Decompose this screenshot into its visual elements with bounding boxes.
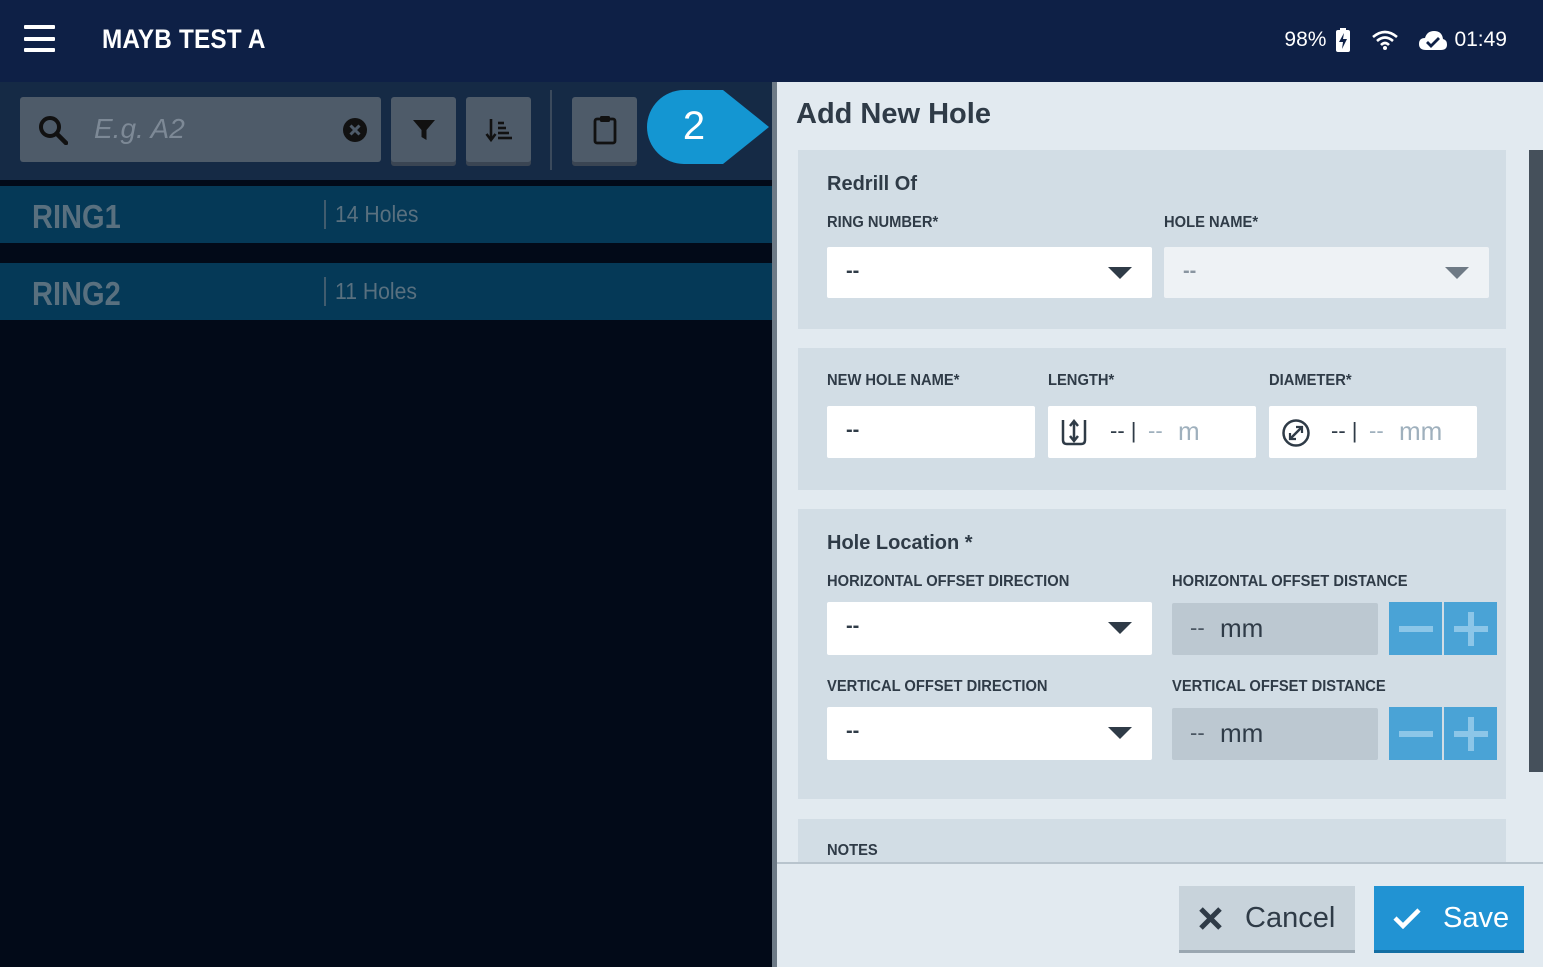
app-title: MAYB TEST A bbox=[102, 24, 266, 54]
scrollbar[interactable] bbox=[1529, 150, 1543, 772]
field-value-placeholder: -- bbox=[1148, 418, 1163, 443]
vertical-offset-stepper bbox=[1389, 707, 1497, 760]
ring-list-pane: RING1 14 Holes RING2 11 Holes bbox=[0, 82, 772, 967]
section-title: Hole Location * bbox=[827, 532, 973, 554]
chevron-down-icon bbox=[1108, 267, 1132, 279]
hole-count: 14 Holes bbox=[335, 201, 419, 227]
chevron-down-icon bbox=[1108, 727, 1132, 739]
sort-button[interactable] bbox=[466, 97, 531, 162]
plus-icon bbox=[1453, 716, 1488, 751]
field-label: NOTES bbox=[827, 842, 878, 859]
horizontal-offset-direction-select[interactable]: -- bbox=[827, 602, 1152, 655]
field-label: RING NUMBER* bbox=[827, 214, 939, 231]
select-value: -- bbox=[846, 260, 860, 282]
length-icon bbox=[1060, 418, 1088, 451]
diameter-icon bbox=[1281, 418, 1311, 453]
horizontal-offset-stepper bbox=[1389, 602, 1497, 655]
field-label: HORIZONTAL OFFSET DISTANCE bbox=[1172, 573, 1408, 590]
filter-button[interactable] bbox=[391, 97, 456, 162]
section-title: Redrill Of bbox=[827, 173, 918, 195]
status-bar: 98% 01:49 bbox=[1284, 28, 1507, 52]
cloud-sync-icon bbox=[1418, 29, 1448, 51]
list-item[interactable]: RING1 14 Holes bbox=[0, 186, 772, 243]
select-value: -- bbox=[1183, 260, 1197, 282]
cancel-label: Cancel bbox=[1245, 901, 1336, 934]
divider bbox=[324, 200, 326, 229]
decrement-button[interactable] bbox=[1389, 707, 1442, 760]
list-item[interactable]: RING2 11 Holes bbox=[0, 263, 772, 320]
field-label: NEW HOLE NAME* bbox=[827, 372, 960, 389]
decrement-button[interactable] bbox=[1389, 602, 1442, 655]
minus-icon bbox=[1398, 730, 1433, 737]
length-field[interactable]: -- | -- m bbox=[1048, 406, 1256, 458]
clear-icon[interactable] bbox=[342, 117, 368, 148]
unit-label: mm bbox=[1399, 416, 1443, 446]
toolbar-divider bbox=[550, 90, 552, 170]
plus-icon bbox=[1453, 611, 1488, 646]
panel-title: Add New Hole bbox=[796, 98, 991, 130]
field-label: HOLE NAME* bbox=[1164, 214, 1259, 231]
field-label: LENGTH* bbox=[1048, 372, 1115, 389]
hamburger-menu-icon[interactable] bbox=[24, 25, 55, 52]
hole-count: 11 Holes bbox=[335, 278, 417, 304]
unit-label: mm bbox=[1220, 718, 1264, 748]
increment-button[interactable] bbox=[1444, 602, 1497, 655]
clipboard-icon bbox=[593, 115, 616, 144]
horizontal-offset-distance-field[interactable]: -- mm bbox=[1172, 603, 1378, 655]
field-value: -- | bbox=[1110, 418, 1137, 443]
search-icon bbox=[38, 115, 69, 150]
chevron-down-icon bbox=[1108, 622, 1132, 634]
new-hole-name-field[interactable]: -- bbox=[827, 406, 1035, 458]
minus-icon bbox=[1398, 625, 1433, 632]
field-value-placeholder: -- bbox=[1369, 418, 1384, 443]
save-button[interactable]: Save bbox=[1374, 886, 1524, 950]
close-icon bbox=[1199, 906, 1222, 930]
checkmark-icon bbox=[1393, 908, 1421, 929]
vertical-offset-direction-select[interactable]: -- bbox=[827, 707, 1152, 760]
unit-label: m bbox=[1178, 416, 1200, 446]
field-value: -- bbox=[846, 419, 860, 441]
vertical-offset-distance-field[interactable]: -- mm bbox=[1172, 708, 1378, 760]
hole-location-section: Hole Location * HORIZONTAL OFFSET DIRECT… bbox=[798, 509, 1506, 799]
cancel-button[interactable]: Cancel bbox=[1179, 886, 1355, 950]
save-label: Save bbox=[1443, 901, 1510, 934]
top-app-bar: MAYB TEST A 98% 01:49 bbox=[0, 0, 1543, 82]
add-hole-panel: Add New Hole Redrill Of RING NUMBER* HOL… bbox=[777, 82, 1543, 967]
field-value: -- bbox=[1190, 615, 1205, 640]
hole-name-select[interactable]: -- bbox=[1164, 247, 1489, 298]
field-label: DIAMETER* bbox=[1269, 372, 1352, 389]
unit-label: mm bbox=[1220, 613, 1264, 643]
increment-button[interactable] bbox=[1444, 707, 1497, 760]
filter-icon bbox=[412, 119, 435, 140]
search-input[interactable] bbox=[94, 109, 334, 149]
chevron-down-icon bbox=[1445, 267, 1469, 279]
clipboard-button[interactable] bbox=[572, 97, 637, 162]
battery-charging-icon bbox=[1336, 28, 1351, 52]
search-box[interactable] bbox=[20, 97, 381, 162]
diameter-field[interactable]: -- | -- mm bbox=[1269, 406, 1477, 458]
field-label: HORIZONTAL OFFSET DIRECTION bbox=[827, 573, 1070, 590]
ring-name: RING1 bbox=[32, 198, 121, 235]
select-value: -- bbox=[846, 615, 860, 637]
field-label: VERTICAL OFFSET DIRECTION bbox=[827, 678, 1048, 695]
field-value: -- bbox=[1190, 720, 1205, 745]
ring-number-select[interactable]: -- bbox=[827, 247, 1152, 298]
divider bbox=[324, 277, 326, 306]
select-value: -- bbox=[846, 720, 860, 742]
field-label: VERTICAL OFFSET DISTANCE bbox=[1172, 678, 1386, 695]
form-footer: Cancel Save bbox=[777, 862, 1543, 967]
callout-number: 2 bbox=[682, 104, 706, 148]
clock-time: 01:49 bbox=[1454, 28, 1507, 51]
wifi-icon bbox=[1372, 30, 1399, 50]
field-value: -- | bbox=[1331, 418, 1358, 443]
hole-details-section: NEW HOLE NAME* LENGTH* DIAMETER* -- -- |… bbox=[798, 348, 1506, 490]
redrill-section: Redrill Of RING NUMBER* HOLE NAME* -- -- bbox=[798, 150, 1506, 329]
ring-name: RING2 bbox=[32, 275, 121, 312]
battery-level: 98% bbox=[1284, 28, 1327, 51]
sort-icon bbox=[484, 118, 512, 142]
